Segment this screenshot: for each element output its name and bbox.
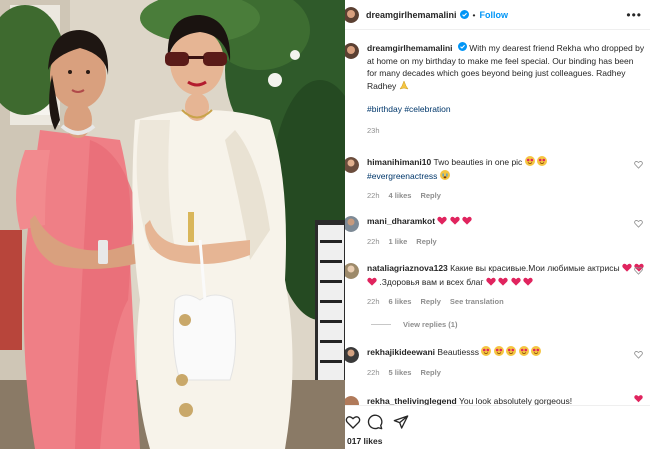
comment-like-heart-icon[interactable] [634,266,643,275]
heart-icon[interactable] [345,414,361,430]
more-options-icon[interactable]: ••• [626,8,642,22]
comment-reply-button[interactable]: Reply [416,236,436,249]
commenter-avatar[interactable] [345,347,359,363]
comment-item: nataliagriaznova123 Какие вы красивые.Мо… [345,262,645,309]
comment-like-heart-icon[interactable] [634,160,643,169]
verified-badge-icon [457,42,467,51]
comment-reply-button[interactable]: Reply [420,367,440,380]
author-username[interactable]: dreamgirlhemamalini [366,10,457,20]
comment-item: rekha_thelivinglegend You look absolutel… [345,395,645,405]
view-replies-label: View replies (1) [403,320,458,329]
red-heart-emoji-icon [450,216,460,229]
verified-badge-icon [459,10,469,19]
comment-username[interactable]: himanihimani10 [367,157,431,167]
red-heart-emoji-icon [437,216,448,229]
view-replies-button[interactable]: View replies (1) [371,320,457,329]
red-heart-emoji-icon [523,277,533,290]
heart-eyes-emoji-icon [506,346,517,360]
comment-item: himanihimani10 Two beauties in one pic #… [345,156,645,203]
post-image [0,0,345,449]
crying-emoji-icon [439,169,450,184]
post-caption: dreamgirlhemamalini With my dearest frie… [345,42,645,137]
heart-eyes-emoji-icon [481,346,492,360]
comment-item: rekhajikideewani Beautiesss 22h 5 likes … [345,346,645,379]
replies-divider-line [371,324,391,325]
comment-timestamp: 22h [367,191,380,200]
commenter-avatar[interactable] [345,396,359,405]
comment-username[interactable]: rekhajikideewani [367,347,435,357]
post-likes-count[interactable]: 017 likes [347,436,382,446]
comment-reply-button[interactable]: Reply [420,190,440,203]
comment-username[interactable]: rekha_thelivinglegend [367,396,457,405]
comment-text: You look absolutely gorgeous! [458,396,573,405]
comment-username[interactable]: mani_dharamkot [367,216,435,226]
comment-like-heart-icon[interactable] [634,219,643,228]
folded-hands-emoji-icon [399,79,409,94]
comment-icon[interactable] [367,414,383,430]
post-header: dreamgirlhemamalini • Follow ••• [345,0,650,30]
comment-text: Какие вы красивые.Мои любимые актрисы [450,263,620,273]
post-side-panel: dreamgirlhemamalini • Follow ••• dreamgi… [345,0,650,449]
red-heart-emoji-icon [498,277,508,290]
commenter-avatar[interactable] [345,263,359,279]
red-heart-emoji-icon [367,277,377,290]
comment-likes-count[interactable]: 5 likes [389,367,412,380]
comment-timestamp: 22h [367,367,380,377]
share-icon[interactable] [393,414,409,430]
comment-hashtag[interactable]: #evergreenactress [367,171,437,181]
caption-username[interactable]: dreamgirlhemamalini [367,43,453,53]
red-heart-emoji-icon [486,277,496,290]
caption-timestamp: 23h [367,125,380,135]
comment-timestamp: 22h [367,236,380,246]
heart-eyes-emoji-icon [518,346,529,360]
separator-dot: • [472,9,476,20]
commenter-avatar[interactable] [345,157,359,173]
comment-likes-count[interactable]: 4 likes [389,190,412,203]
comment-username[interactable]: nataliagriaznova123 [367,263,448,273]
heart-eyes-emoji-icon [524,156,535,170]
comment-like-heart-icon[interactable] [634,350,643,359]
red-heart-emoji-icon [622,263,632,276]
comment-timestamp: 22h [367,297,380,306]
comment-reply-button[interactable]: Reply [420,296,440,309]
post-action-bar [345,405,650,449]
comment-likes-count[interactable]: 1 like [389,236,408,249]
red-heart-emoji-icon [634,395,643,403]
comment-text-continued: .Здоровья вам и всех благ [379,276,484,287]
author-avatar[interactable] [345,6,359,23]
caption-hashtags[interactable]: #birthday #celebration [367,103,645,116]
instagram-post-modal: dreamgirlhemamalini • Follow ••• dreamgi… [0,0,650,449]
see-translation-link[interactable]: See translation [450,296,504,309]
comment-item: mani_dharamkot 22h 1 like Reply [345,215,645,248]
follow-button[interactable]: Follow [480,10,509,20]
post-photo[interactable] [0,0,345,449]
red-heart-emoji-icon [462,216,472,229]
comment-likes-count[interactable]: 6 likes [389,296,412,309]
comment-text: Two beauties in one pic [433,157,523,167]
heart-eyes-emoji-icon [537,156,548,170]
caption-author-avatar[interactable] [345,43,359,59]
comments-list: dreamgirlhemamalini With my dearest frie… [345,30,650,405]
heart-eyes-emoji-icon [530,346,541,360]
comment-text: Beautiesss [437,347,480,357]
commenter-avatar[interactable] [345,216,359,232]
red-heart-emoji-icon [510,277,521,290]
heart-eyes-emoji-icon [493,346,504,360]
